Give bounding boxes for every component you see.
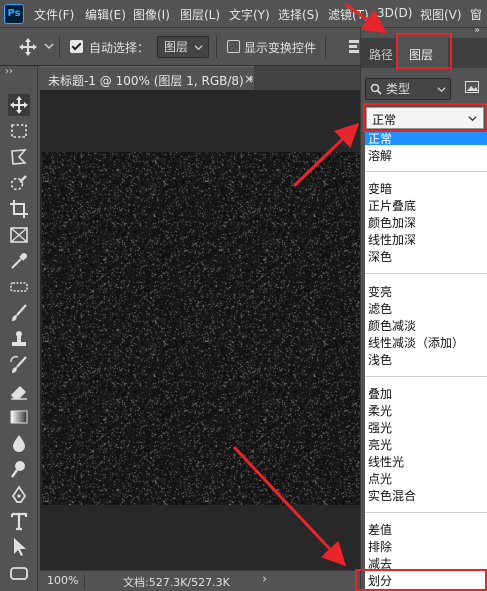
annotation-arrows <box>0 0 487 591</box>
